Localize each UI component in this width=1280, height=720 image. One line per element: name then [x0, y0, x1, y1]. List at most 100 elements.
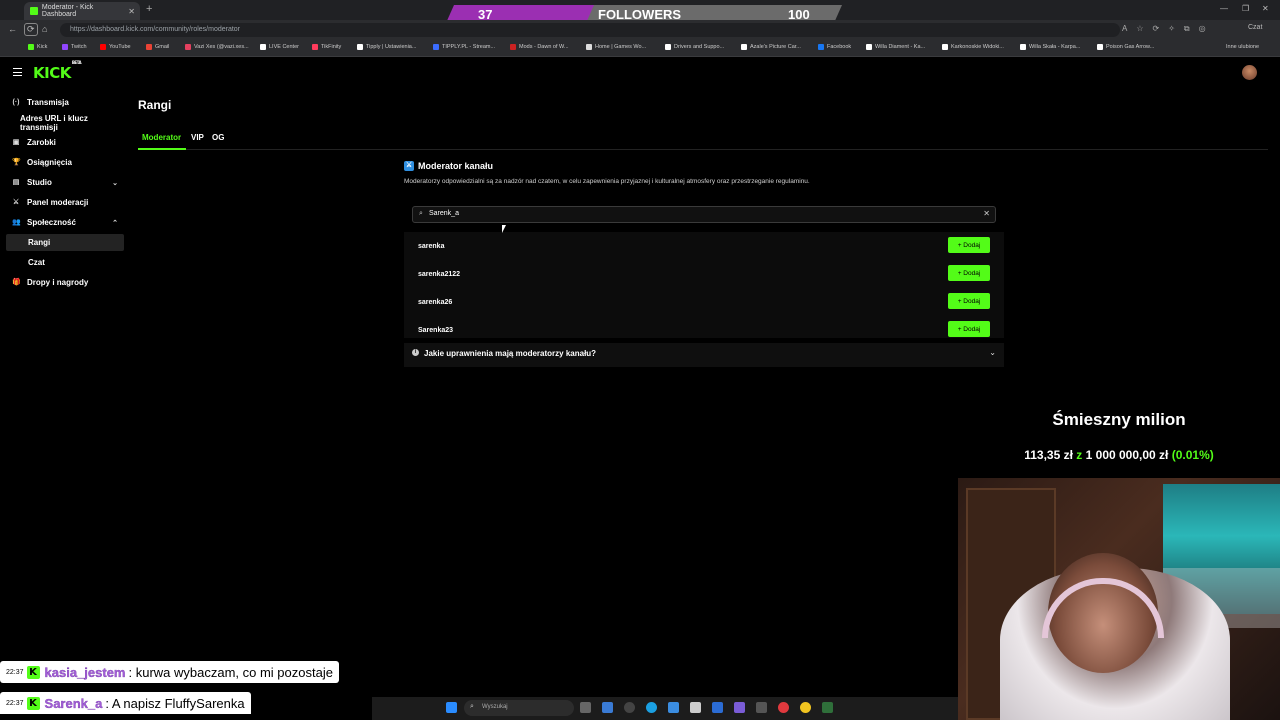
bookmark-item[interactable]: Poison Gas Arrow... — [1097, 44, 1154, 50]
sword-icon: ⚔ — [404, 161, 414, 171]
explorer-icon[interactable] — [602, 702, 613, 713]
taskbar-search[interactable]: ⌕ Wyszukaj — [464, 700, 574, 716]
bookmark-favicon-icon — [818, 44, 824, 50]
add-moderator-button[interactable]: + Dodaj — [948, 293, 990, 309]
windows-start-icon[interactable] — [446, 702, 457, 713]
sidebar-item-czat[interactable]: Czat — [6, 254, 124, 271]
bookmark-label: Kick — [37, 44, 48, 50]
add-moderator-button[interactable]: + Dodaj — [948, 237, 990, 253]
app-icon[interactable] — [690, 702, 701, 713]
sidebar-dropy-icon: 🎁 — [12, 278, 21, 286]
kick-logo[interactable]: KICKBETA — [33, 60, 82, 82]
tab-close-icon[interactable]: ✕ — [128, 7, 135, 16]
search-icon: ⌕ — [470, 703, 474, 710]
bookmark-item[interactable]: Mods - Dawn of W... — [510, 44, 569, 50]
search-icon: ⌕ — [419, 210, 423, 217]
bookmark-favicon-icon — [100, 44, 106, 50]
bookmark-item[interactable]: TikFinity — [312, 44, 341, 50]
list-item: Sarenka23 + Dodaj — [418, 321, 992, 341]
app-icon[interactable] — [668, 702, 679, 713]
reload-icon[interactable]: ⟳ — [24, 23, 38, 36]
address-bar-row: ← ⟳ ⌂ https://dashboard.kick.com/communi… — [0, 20, 1280, 40]
browser-tab[interactable]: Moderator - Kick Dashboard ✕ — [24, 2, 140, 20]
list-item: sarenka2122 + Dodaj — [418, 265, 992, 285]
bookmark-label: Mods - Dawn of W... — [519, 44, 569, 50]
bookmark-item[interactable]: Kick — [28, 44, 47, 50]
sidebar-item-stream-key[interactable]: Adres URL i klucz transmisji — [6, 114, 124, 132]
sidebar-item-dropy[interactable]: 🎁 Dropy i nagrody — [6, 274, 124, 291]
bookmark-item[interactable]: Vazi Xes (@vazi.xes... — [185, 44, 249, 50]
bookmark-favicon-icon — [260, 44, 266, 50]
task-view-icon[interactable] — [580, 702, 591, 713]
bookmark-item[interactable]: Karkonoskie Widoki... — [942, 44, 1004, 50]
menu-icon[interactable] — [13, 68, 22, 76]
bookmark-label: Azale's Picture Car... — [750, 44, 801, 50]
chat-text: : A napisz FluffySarenka — [105, 695, 245, 711]
close-window-icon[interactable]: ✕ — [1262, 4, 1269, 13]
clear-search-icon[interactable]: ✕ — [983, 209, 990, 218]
bookmark-item[interactable]: Willa Diament - Ka... — [866, 44, 925, 50]
bookmark-item[interactable]: TIPPLY.PL - Stream... — [433, 44, 495, 50]
chat-time: 22:37 — [6, 699, 24, 707]
tab-moderator[interactable]: Moderator — [142, 133, 181, 142]
maximize-icon[interactable]: ❐ — [1242, 4, 1249, 13]
bookmark-item[interactable]: YouTube — [100, 44, 131, 50]
goal-target: 1 000 000,00 zł — [1085, 448, 1169, 462]
sidebar-item-studio[interactable]: ▤ Studio ⌄ — [6, 174, 124, 191]
app-icon[interactable] — [800, 702, 811, 713]
chevron-down-icon[interactable]: ⌄ — [989, 348, 996, 357]
home-icon[interactable]: ⌂ — [42, 24, 47, 34]
bookmark-item[interactable]: Gmail — [146, 44, 169, 50]
bookmark-favicon-icon — [357, 44, 363, 50]
bookmark-favicon-icon — [433, 44, 439, 50]
bookmark-item[interactable]: Facebook — [818, 44, 851, 50]
bookmark-item[interactable]: LIVE Center — [260, 44, 299, 50]
bookmark-label: Willa Diament - Ka... — [875, 44, 926, 50]
sidebar-item-spolecznosc[interactable]: 👥 Społeczność ⌃ — [6, 214, 124, 231]
bookmark-item[interactable]: Azale's Picture Car... — [741, 44, 801, 50]
tab-og[interactable]: OG — [212, 133, 224, 142]
chat-button[interactable]: Czat — [1248, 24, 1262, 31]
bookmark-favicon-icon — [28, 44, 34, 50]
url-field[interactable]: https://dashboard.kick.com/community/rol… — [60, 23, 1120, 37]
avatar[interactable] — [1242, 65, 1257, 80]
app-icon[interactable] — [778, 702, 789, 713]
app-icon[interactable] — [822, 702, 833, 713]
edge-icon[interactable] — [646, 702, 657, 713]
bookmark-favicon-icon — [741, 44, 747, 50]
bookmark-item[interactable]: Twitch — [62, 44, 87, 50]
bookmark-item[interactable]: Drivers and Suppo... — [665, 44, 724, 50]
sidebar-item-rangi[interactable]: Rangi — [6, 234, 124, 251]
bookmark-favicon-icon — [62, 44, 68, 50]
bookmark-label: YouTube — [109, 44, 131, 50]
bookmark-label: TikFinity — [321, 44, 342, 50]
bookmark-favicon-icon — [312, 44, 318, 50]
kick-badge-icon: K — [26, 665, 40, 679]
sidebar-item-transmisja[interactable]: (·) Transmisja — [6, 94, 124, 111]
new-tab-icon[interactable]: + — [146, 3, 152, 15]
add-moderator-button[interactable]: + Dodaj — [948, 265, 990, 281]
tab-vip[interactable]: VIP — [191, 133, 204, 142]
other-bookmarks[interactable]: Inne ulubione — [1226, 44, 1259, 50]
address-bar-icons[interactable]: A☆⟳✧⧉◎ — [1122, 24, 1215, 34]
bookmark-favicon-icon — [665, 44, 671, 50]
faq-accordion[interactable]: i Jakie uprawnienia mają moderatorzy kan… — [404, 343, 1004, 367]
app-icon[interactable] — [734, 702, 745, 713]
app-icon[interactable] — [712, 702, 723, 713]
sidebar-item-osiagniecia[interactable]: 🏆 Osiągnięcia — [6, 154, 124, 171]
app-icon[interactable] — [756, 702, 767, 713]
bookmark-item[interactable]: Home | Games Wo... — [586, 44, 646, 50]
back-icon[interactable]: ← — [8, 24, 17, 34]
app-icon[interactable] — [624, 702, 635, 713]
bookmark-item[interactable]: Willa Skała - Karpa... — [1020, 44, 1080, 50]
bookmark-item[interactable]: Tipply | Ustawienia... — [357, 44, 416, 50]
result-username: sarenka26 — [418, 299, 453, 306]
moderator-search-input[interactable]: ⌕ Sarenk_a ✕ — [412, 206, 996, 223]
minimize-icon[interactable]: — — [1220, 4, 1228, 13]
bookmark-label: LIVE Center — [269, 44, 299, 50]
add-moderator-button[interactable]: + Dodaj — [948, 321, 990, 337]
webcam-feed — [958, 478, 1280, 720]
sidebar-item-zarobki[interactable]: ▣ Zarobki — [6, 134, 124, 151]
sidebar-item-panel-moderacji[interactable]: ⚔ Panel moderacji — [6, 194, 124, 211]
bookmark-favicon-icon — [146, 44, 152, 50]
